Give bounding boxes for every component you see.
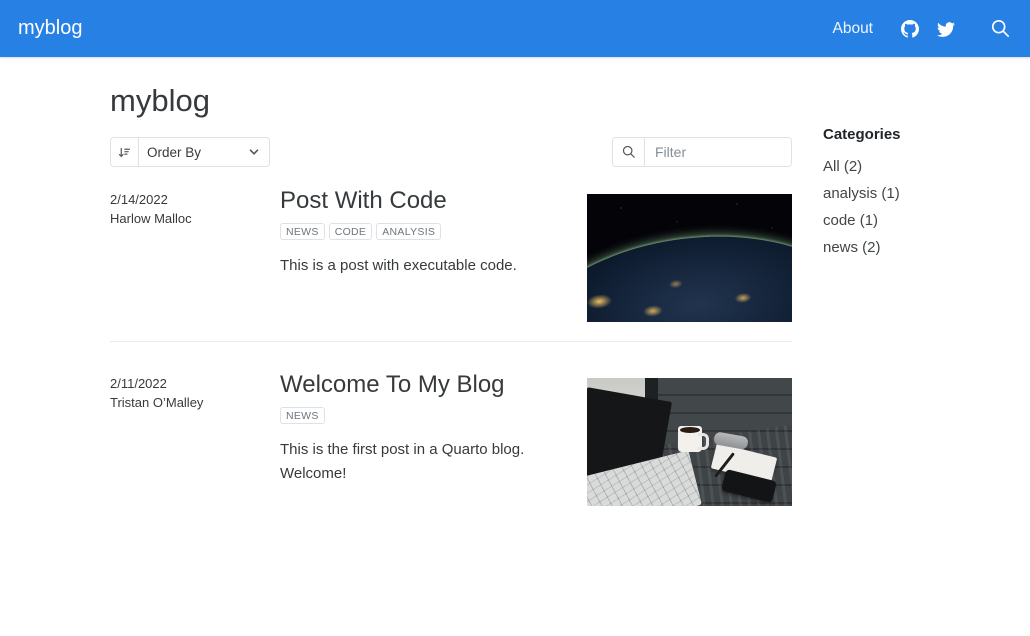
- github-icon[interactable]: [901, 20, 919, 38]
- post-tags: NEWS: [280, 407, 587, 425]
- post-thumbnail-earth[interactable]: [587, 194, 792, 322]
- tag-analysis: ANALYSIS: [376, 223, 441, 241]
- post-body: Welcome To My Blog NEWS This is the firs…: [280, 371, 587, 506]
- tag-news: NEWS: [280, 407, 325, 425]
- post-author: Tristan O’Malley: [110, 393, 280, 412]
- post-title-link[interactable]: Welcome To My Blog: [280, 371, 587, 399]
- categories-heading: Categories: [823, 126, 1018, 143]
- post-meta: 2/11/2022 Tristan O’Malley: [110, 371, 280, 506]
- post-title-link[interactable]: Post With Code: [280, 187, 587, 215]
- search-icon[interactable]: [991, 19, 1010, 38]
- listing-item-post-with-code: 2/14/2022 Harlow Malloc Post With Code N…: [110, 187, 792, 342]
- list-item: code (1): [823, 210, 1018, 231]
- category-all[interactable]: All (2): [823, 158, 862, 175]
- list-item: All (2): [823, 156, 1018, 177]
- category-news[interactable]: news (2): [823, 239, 881, 256]
- page-title: myblog: [110, 82, 792, 119]
- navbar: myblog About: [0, 0, 1030, 57]
- filter-input[interactable]: [645, 138, 791, 166]
- list-item: analysis (1): [823, 183, 1018, 204]
- twitter-icon[interactable]: [937, 20, 955, 38]
- post-tags: NEWS CODE ANALYSIS: [280, 223, 587, 241]
- post-description: This is the first post in a Quarto blog.…: [280, 438, 587, 486]
- post-date: 2/11/2022: [110, 374, 280, 393]
- post-body: Post With Code NEWS CODE ANALYSIS This i…: [280, 187, 587, 322]
- navbar-right: About: [832, 19, 1010, 38]
- earth-night-image: [587, 216, 792, 322]
- post-date: 2/14/2022: [110, 190, 280, 209]
- listing-item-welcome: 2/11/2022 Tristan O’Malley Welcome To My…: [110, 342, 792, 525]
- order-by-label[interactable]: Order By: [139, 138, 248, 166]
- categories-list: All (2) analysis (1) code (1) news (2): [823, 156, 1018, 258]
- main-content: myblog Order By 2/14/2022 Harlow Malloc: [110, 57, 792, 525]
- sort-icon: [111, 138, 139, 166]
- filter-group: [612, 137, 792, 167]
- coffee-mug: [678, 426, 702, 452]
- category-code[interactable]: code (1): [823, 212, 878, 229]
- post-meta: 2/14/2022 Harlow Malloc: [110, 187, 280, 322]
- filter-search-icon: [613, 138, 645, 166]
- category-analysis[interactable]: analysis (1): [823, 185, 900, 202]
- post-listing: 2/14/2022 Harlow Malloc Post With Code N…: [110, 187, 792, 525]
- post-author: Harlow Malloc: [110, 209, 280, 228]
- order-by-select[interactable]: Order By: [110, 137, 270, 167]
- categories-sidebar: Categories All (2) analysis (1) code (1)…: [823, 126, 1018, 264]
- post-thumbnail-desk[interactable]: [587, 378, 792, 506]
- tag-code: CODE: [329, 223, 373, 241]
- navbar-brand[interactable]: myblog: [18, 17, 82, 40]
- nav-link-about[interactable]: About: [832, 20, 873, 38]
- post-description: This is a post with executable code.: [280, 254, 587, 278]
- list-item: news (2): [823, 237, 1018, 258]
- tag-news: NEWS: [280, 223, 325, 241]
- chevron-down-icon: [248, 138, 269, 166]
- listing-controls: Order By: [110, 137, 792, 167]
